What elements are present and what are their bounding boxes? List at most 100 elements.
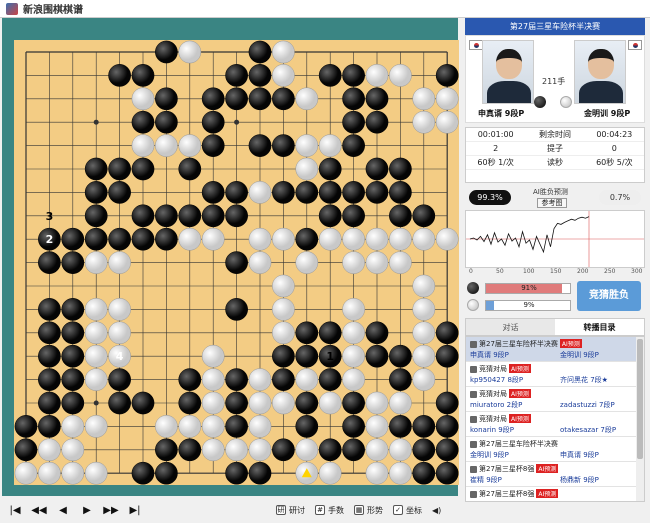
black-stone [131,110,155,134]
black-stone [61,321,85,345]
black-stone [178,438,202,462]
study-icon: 研 [276,505,286,515]
white-stone [412,227,436,251]
list-item-players: 申真谞 9段P 金明训 9段P [470,350,626,360]
white-stone [178,415,202,438]
graph-x-axis: 0 50 100 150 200 250 300 [465,268,645,278]
black-stone [435,64,459,87]
right-tabs: 对话 转播目录 [465,318,645,336]
white-stone [61,438,85,462]
white-stone [84,368,108,391]
guess-winner-button[interactable]: 竞猜胜负 [577,281,641,311]
list-player-2: 杨鼎新 9段P [560,476,599,484]
black-stone [61,344,85,368]
game-icon [470,440,477,448]
black-stone [412,415,436,438]
scroll-thumb[interactable] [637,339,643,459]
black-stone [201,204,225,228]
list-item[interactable]: 竞猜对局 AI预测 miuratoro 2段P zadastuzzi 7段P [466,387,644,412]
list-player-2: 申真谞 9段P [560,451,599,459]
last-move-button[interactable]: ▶| [124,500,146,520]
next-move-button[interactable]: ▶ [76,500,98,520]
black-stone [155,110,178,134]
list-item[interactable]: 第27届三星车险杯半决赛 金明训 9段P 申真谞 9段P [466,437,644,462]
list-item[interactable]: 第27届三星车险杯半决赛 AI预测 申真谞 9段P 金明训 9段P [466,337,644,362]
black-stone [225,368,248,391]
black-guess-row: 91% [465,282,573,295]
black-stone [295,344,319,368]
black-stone [342,204,365,228]
black-stone [318,64,342,87]
black-stone [295,321,319,345]
black-stone [155,438,178,462]
white-stone [365,227,389,251]
white-stone [318,134,342,157]
white-stone [412,298,436,321]
graph-x-tick: 150 [550,268,562,275]
go-board-grid[interactable]: 3 2 1 4 [14,40,459,485]
sound-button[interactable]: ◀) [432,506,441,515]
ai-badge: AI预测 [509,414,531,423]
reference-button[interactable]: 参考图 [537,198,567,208]
list-item[interactable]: 第27届三星杯8强 AI预测 崔精 9段P 杨鼎新 9段P [466,462,644,487]
black-stone [84,181,108,204]
prev-move-button[interactable]: ◀ [52,500,74,520]
list-item[interactable]: 第27届三星杯8强 AI预测 [466,487,644,501]
white-stone [38,438,61,462]
black-stone [38,368,61,391]
list-item-title-row: 第27届三星车险杯半决赛 [470,439,558,449]
black-stone [38,298,61,321]
tab-broadcast-list[interactable]: 转播目录 [555,319,644,335]
back-ten-button[interactable]: ◀◀ [28,500,50,520]
white-stone [412,368,436,391]
star-point [93,119,99,125]
white-stone [389,64,412,87]
tab-chat[interactable]: 对话 [466,319,555,335]
black-stone [155,87,178,111]
list-item[interactable]: 竞猜对局 AI预测 konarin 9段P otakesazar 7段P [466,412,644,437]
game-icon [470,365,477,373]
go-board[interactable]: 3 2 1 4 [14,40,459,485]
black-stone [342,134,365,157]
ai-prediction: 99.3% AI胜负预测 参考图 0.7% [465,187,645,209]
black-stone [295,227,319,251]
black-stone [38,321,61,345]
right-panel: 第27届三星车险杯半决赛 申真谞 9段P 211手 金明训 9段P 00:01:… [465,18,645,523]
white-stone [131,134,155,157]
white-stone [84,415,108,438]
white-stone [435,110,459,134]
white-stone [342,298,365,321]
study-button[interactable]: 研研讨 [276,505,305,516]
korea-flag-icon-2 [628,40,642,50]
shape-button[interactable]: ▦ 形势 [354,505,383,516]
captures-label: 提子 [546,144,563,153]
white-stone [318,391,342,415]
coords-button[interactable]: ✓ 坐标 [393,505,422,516]
white-stone [84,321,108,345]
black-stone [108,64,131,87]
white-stone [155,415,178,438]
list-player-1: 金明训 9段P [470,451,509,459]
first-move-button[interactable]: |◀ [4,500,26,520]
black-stone [225,64,248,87]
black-player-name: 申真谞 9段P [478,109,525,118]
ai-black-pct: 99.3% [469,190,511,205]
moves-button[interactable]: # 手数 [315,505,344,516]
forward-ten-button[interactable]: ▶▶ [100,500,122,520]
black-stone [412,461,436,485]
white-stone [178,40,202,64]
black-stone [178,157,202,181]
black-stone [365,157,389,181]
black-stone [225,251,248,274]
black-stone [342,87,365,111]
black-stone [131,227,155,251]
list-scrollbar[interactable] [636,337,644,501]
list-item[interactable]: 竞猜对局 AI预测 kp950427 8段P 齐问黑花 7段★ [466,362,644,387]
black-stone [14,438,38,462]
white-stone [412,274,436,298]
black-stone [295,181,319,204]
white-stone [272,298,295,321]
white-stone [389,391,412,415]
list-item-title: 第27届三星杯8强 [479,465,535,473]
black-stone [248,64,272,87]
